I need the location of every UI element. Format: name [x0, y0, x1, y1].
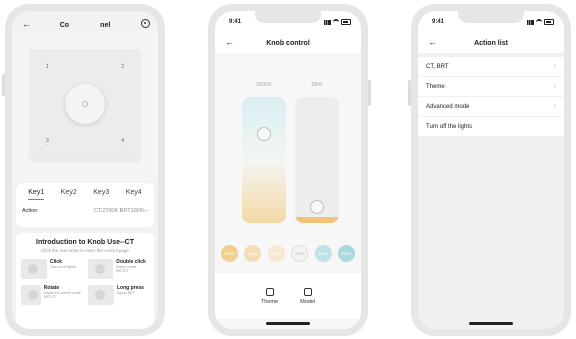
brightness-slider[interactable]	[295, 97, 339, 223]
battery-icon	[341, 19, 351, 25]
gesture-desc: Adjust the current mode BRT/CT	[43, 291, 81, 299]
hand-long-press-icon	[88, 285, 114, 305]
color-temperature-slider[interactable]	[242, 97, 286, 223]
notch	[255, 11, 321, 23]
gesture-double-click: Double click Switch mode BRT/CT	[88, 259, 149, 279]
side-button	[408, 80, 411, 106]
gesture-desc: Turn on/off lights	[50, 265, 76, 269]
wifi-icon	[536, 19, 542, 25]
tab-key3[interactable]: Key3	[93, 189, 109, 200]
list-item-label: CT, BRT	[426, 63, 449, 70]
notch	[458, 11, 524, 23]
home-indicator	[266, 322, 310, 325]
list-item-advanced-mode[interactable]: Advanced mode ›	[418, 97, 564, 116]
corner-mark-2: · 2	[121, 60, 124, 70]
preset-4000k[interactable]: 4000K	[267, 245, 285, 262]
intro-title: Introduction to Knob Use--CT	[36, 239, 134, 246]
ct-preset-row: 2700K 3500K 4000K 5000K 6000K 6500K	[221, 245, 355, 262]
preset-5000k[interactable]: 5000K	[291, 245, 309, 262]
action-row[interactable]: Action CT:2700K BRT100% ›	[16, 200, 154, 222]
phone-frame-2: 9:41 ← Knob control 3500K 38% 2700K 3500…	[208, 4, 371, 336]
intro-card: Introduction to Knob Use--CT Click the i…	[16, 233, 154, 329]
key-action-card: Key1 Key2 Key3 Key4 Action CT:2700K BRT1…	[16, 183, 154, 227]
ct-slider-thumb[interactable]	[257, 127, 271, 141]
chevron-right-icon: ›	[553, 63, 556, 70]
gesture-desc: Switch mode BRT/CT	[116, 265, 137, 273]
tab-label: Theme	[260, 298, 279, 305]
corner-mark-4: 4 ·	[121, 138, 124, 148]
preset-6500k[interactable]: 6500K	[337, 245, 355, 262]
gesture-grid: Click Turn on/off lights Double click Sw…	[16, 253, 154, 311]
list-item-label: Theme	[426, 83, 445, 90]
page-title: Knob control	[266, 39, 310, 47]
preset-2700k[interactable]: 2700K	[221, 245, 238, 262]
tab-label: Model	[300, 298, 316, 305]
status-time: 9:41	[229, 19, 242, 25]
knob-center-icon	[82, 101, 88, 107]
tab-key1[interactable]: Key1	[28, 189, 45, 200]
tab-theme[interactable]: Theme	[260, 287, 279, 305]
page-title: Action list	[474, 39, 508, 47]
hand-rotate-icon	[21, 285, 41, 305]
chevron-right-icon: ›	[553, 103, 556, 110]
wifi-icon	[333, 19, 339, 25]
list-item-theme[interactable]: Theme ›	[418, 77, 564, 96]
phone-frame-3: 9:41 ← Action list CT, BRT › Theme › Advan…	[408, 4, 571, 336]
settings-gear-icon[interactable]	[141, 19, 150, 28]
nav-bar: ← Action list	[418, 33, 564, 53]
gesture-long-press: Long press Adjust BRT	[88, 285, 149, 305]
tab-key2[interactable]: Key2	[61, 189, 77, 200]
signal-icon	[527, 19, 534, 25]
ct-value-label: 3500K	[256, 82, 272, 88]
back-arrow-icon[interactable]: ←	[22, 20, 31, 29]
tab-key4[interactable]: Key4	[126, 189, 142, 200]
list-item-label: Advanced mode	[426, 103, 470, 110]
gesture-rotate: Rotate Adjust the current mode BRT/CT	[21, 285, 82, 305]
gesture-click: Click Turn on/off lights	[21, 259, 82, 279]
status-time: 9:41	[432, 19, 445, 25]
home-indicator	[469, 322, 513, 325]
brightness-fill	[295, 216, 339, 223]
model-icon	[303, 287, 312, 296]
gesture-desc: Adjust BRT	[117, 291, 135, 295]
side-button	[368, 80, 371, 106]
back-arrow-icon[interactable]: ←	[225, 38, 234, 47]
knob-button[interactable]	[65, 84, 105, 124]
action-list-screen: 9:41 ← Action list CT, BRT › Theme › Advan…	[418, 11, 564, 329]
preset-6000k[interactable]: 6000K	[314, 245, 332, 262]
brt-slider-thumb[interactable]	[310, 200, 324, 214]
battery-icon	[544, 19, 554, 25]
action-label: Action	[22, 208, 38, 214]
corner-mark-1: · 1	[46, 60, 49, 70]
chevron-right-icon: ›	[553, 83, 556, 90]
list-item-label: Turn off the lights	[426, 123, 473, 130]
corner-mark-3: 3 ·	[46, 138, 49, 148]
signal-icon	[324, 19, 331, 25]
list-item-ct-brt[interactable]: CT, BRT ›	[418, 57, 564, 76]
panel-preview: · 1 · 2 3 · 4 ·	[12, 31, 158, 181]
hand-click-icon	[21, 259, 47, 279]
chevron-right-icon: ›	[146, 208, 148, 214]
key-tabs: Key1 Key2 Key3 Key4	[16, 183, 154, 200]
nav-bar: ← Knob control	[215, 33, 361, 53]
brt-value-label: 38%	[311, 82, 323, 88]
knob-panel-screen: ← Co nel · 1 · 2 3 · 4 · Key1 Key2 Key3 Key4	[12, 11, 158, 329]
bottom-tab-bar: Theme Model	[215, 273, 361, 319]
list-item-turn-off[interactable]: Turn off the lights	[418, 117, 564, 136]
hand-double-click-icon	[88, 259, 114, 279]
knob-panel-image: · 1 · 2 3 · 4 ·	[30, 49, 140, 159]
page-title: Co nel	[59, 21, 111, 29]
side-button	[2, 74, 5, 96]
tab-model[interactable]: Model	[300, 287, 316, 305]
knob-control-screen: 9:41 ← Knob control 3500K 38% 2700K 3500…	[215, 11, 361, 329]
phone-frame-1: ← Co nel · 1 · 2 3 · 4 · Key1 Key2 Key3 Key4	[2, 4, 165, 336]
action-value: CT:2700K BRT100%	[93, 208, 145, 214]
preset-3500k[interactable]: 3500K	[244, 245, 262, 262]
theme-icon	[265, 287, 274, 296]
back-arrow-icon[interactable]: ←	[428, 38, 437, 47]
